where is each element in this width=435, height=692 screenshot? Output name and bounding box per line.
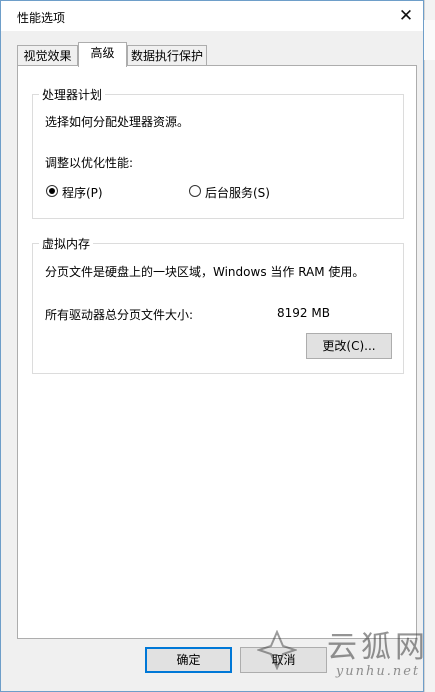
title-bar[interactable]: 性能选项 ✕	[1, 1, 423, 31]
advanced-tab-panel: 处理器计划 选择如何分配处理器资源。 调整以优化性能: 程序(P) 后台服务(S…	[17, 65, 417, 639]
ok-button[interactable]: 确定	[145, 647, 232, 673]
radio-programs-label[interactable]: 程序(P)	[62, 184, 103, 201]
adjust-performance-label: 调整以优化性能:	[45, 156, 134, 170]
virtual-memory-description: 分页文件是硬盘上的一块区域，Windows 当作 RAM 使用。	[45, 265, 365, 279]
processor-scheduling-title: 处理器计划	[39, 86, 106, 103]
processor-scheduling-group: 处理器计划 选择如何分配处理器资源。 调整以优化性能: 程序(P) 后台服务(S…	[32, 86, 404, 219]
processor-scheduling-description: 选择如何分配处理器资源。	[45, 115, 190, 129]
close-icon[interactable]: ✕	[395, 5, 417, 27]
tab-visual-effects[interactable]: 视觉效果	[17, 45, 78, 66]
performance-options-dialog: 性能选项 ✕ 视觉效果 高级 数据执行保护 处理器计划 选择如何分配处理器资源。…	[0, 0, 424, 692]
virtual-memory-group: 虚拟内存 分页文件是硬盘上的一块区域，Windows 当作 RAM 使用。 所有…	[32, 235, 404, 374]
total-paging-file-value: 8192 MB	[277, 306, 330, 320]
background-window-right-edge	[424, 0, 435, 692]
dialog-title: 性能选项	[17, 11, 66, 25]
total-paging-file-label: 所有驱动器总分页文件大小:	[45, 308, 194, 322]
tab-data-execution-prevention[interactable]: 数据执行保护	[127, 45, 207, 66]
virtual-memory-title: 虚拟内存	[39, 235, 94, 252]
watermark-sub-text: yunhu.net	[335, 664, 421, 679]
radio-background-services-label[interactable]: 后台服务(S)	[205, 184, 270, 201]
change-button[interactable]: 更改(C)...	[306, 333, 392, 359]
watermark: 云狐网 yunhu.net	[327, 630, 429, 679]
radio-background-services-indicator[interactable]	[189, 185, 201, 197]
watermark-logo-icon	[257, 630, 297, 670]
watermark-main-text: 云狐网	[327, 630, 429, 665]
background-stripe	[424, 20, 435, 60]
radio-programs-indicator[interactable]	[46, 185, 58, 197]
tab-advanced[interactable]: 高级	[78, 42, 127, 67]
radio-selected-dot	[49, 188, 55, 194]
